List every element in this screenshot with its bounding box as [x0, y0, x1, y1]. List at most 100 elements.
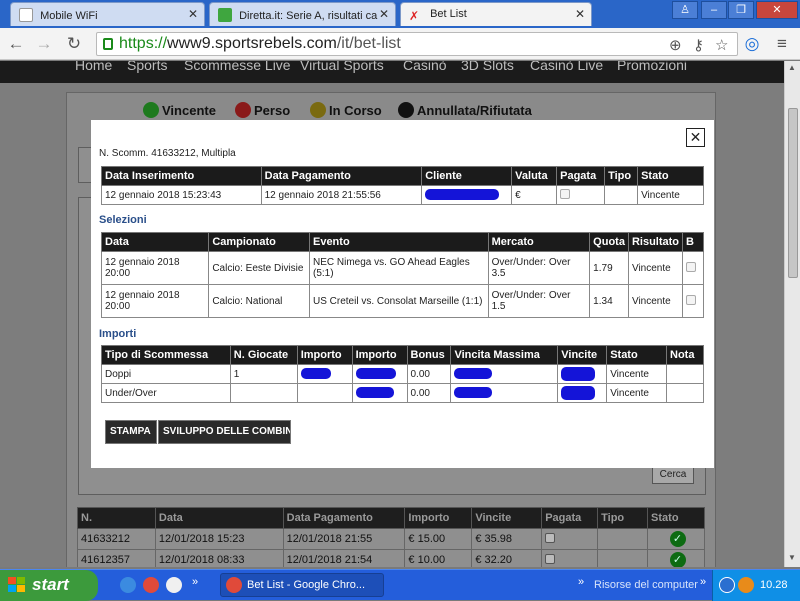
close-icon[interactable]: ✕ — [686, 128, 705, 147]
status-badge: Vincente — [637, 185, 704, 205]
max-win-cell — [450, 364, 559, 384]
forward-icon[interactable]: → — [34, 34, 54, 54]
bet-type: Under/Over — [101, 383, 231, 403]
nav-casino-live[interactable]: Casinò Live — [530, 61, 603, 73]
restore-button[interactable]: ❐ — [728, 1, 754, 19]
col-header: Stato — [606, 345, 667, 365]
scroll-down-icon[interactable]: ▼ — [788, 553, 796, 562]
search-button[interactable]: Cerca — [652, 466, 694, 484]
browser-tab-strip: Mobile WiFi ✕ Diretta.it: Serie A, risul… — [0, 0, 800, 28]
event: NEC Nimega vs. GO Ahead Eagles (5:1) — [308, 251, 489, 285]
tray-label: Risorse del computer — [594, 579, 698, 591]
nav-sports[interactable]: Sports — [127, 61, 167, 73]
close-tab-icon[interactable]: ✕ — [575, 7, 585, 21]
chrome-icon — [226, 577, 242, 593]
tab-mobile-wifi[interactable]: Mobile WiFi ✕ — [10, 2, 205, 26]
chevron-more-icon[interactable]: » — [700, 576, 706, 588]
currency: € — [511, 185, 558, 205]
zoom-icon[interactable]: ⊕ — [669, 35, 682, 57]
taskbar-chrome-window[interactable]: Bet List - Google Chro... — [220, 573, 384, 597]
legend-won: Vincente — [143, 102, 216, 118]
taskbar-window-label: Bet List - Google Chro... — [247, 579, 365, 591]
table-row[interactable]: 41633212 12/01/2018 15:23 12/01/2018 21:… — [77, 528, 705, 550]
stake: € 15.00 — [404, 528, 473, 550]
close-window-button[interactable]: ✕ — [756, 1, 798, 19]
nav-scommesse-live[interactable]: Scommesse Live — [184, 61, 291, 73]
start-button[interactable]: start — [0, 570, 98, 601]
col-header: Quota — [589, 232, 629, 252]
redacted-winnings — [561, 386, 596, 400]
col-header: Mercato — [487, 232, 591, 252]
close-tab-icon[interactable]: ✕ — [188, 7, 198, 21]
avast-icon[interactable] — [738, 577, 754, 593]
menu-icon[interactable]: ≡ — [772, 34, 792, 54]
bet-number[interactable]: 41612357 — [77, 549, 156, 567]
bet-number[interactable]: 41633212 — [77, 528, 156, 550]
league: Calcio: Eeste Divisie — [208, 251, 310, 285]
print-button[interactable]: STAMPA — [105, 420, 157, 444]
redacted-max-win — [454, 368, 493, 380]
selections-table: Data Campionato Evento Mercato Quota Ris… — [100, 232, 704, 318]
status-badge: Vincente — [606, 383, 667, 403]
key-icon[interactable]: ⚷ — [693, 35, 704, 57]
combinations-button[interactable]: SVILUPPO DELLE COMBIN — [158, 420, 291, 444]
tab-bet-list[interactable]: ✗ Bet List ✕ — [400, 2, 592, 26]
internet-explorer-icon[interactable] — [120, 577, 136, 593]
bookmark-star-icon[interactable]: ☆ — [715, 35, 728, 57]
stake-cell — [351, 364, 408, 384]
insert-date: 12 gennaio 2018 15:23:43 — [101, 185, 262, 205]
tab-title: Mobile WiFi — [40, 10, 98, 22]
bonus: 0.00 — [406, 383, 452, 403]
back-icon[interactable]: ← — [6, 34, 26, 54]
chevron-more-icon[interactable]: » — [192, 576, 198, 588]
bet-reference: N. Scomm. 41633212, Multipla — [99, 148, 236, 159]
address-bar[interactable]: https://www9.sportsrebels.com/it/bet-lis… — [96, 32, 738, 56]
chrome-icon[interactable] — [143, 577, 159, 593]
result: Vincente — [627, 284, 684, 318]
nav-virtual-sports[interactable]: Virtual Sports — [300, 61, 384, 73]
client-cell — [421, 185, 513, 205]
check-icon: ✓ — [669, 552, 686, 567]
nav-home[interactable]: Home — [75, 61, 112, 73]
nav-casino[interactable]: Casinò — [403, 61, 447, 73]
user-icon[interactable]: ♙ — [672, 1, 698, 19]
col-header: Data Pagamento — [282, 507, 406, 529]
reload-icon[interactable]: ↻ — [64, 34, 84, 54]
nav-promozioni[interactable]: Promozioni — [617, 61, 687, 73]
bet-info-table: Data Inserimento Data Pagamento Cliente … — [101, 166, 704, 205]
col-header: B — [682, 232, 704, 252]
extension-icon[interactable]: ◎ — [742, 34, 762, 54]
tab-diretta[interactable]: Diretta.it: Serie A, risultati ca ✕ — [209, 2, 396, 26]
refresh-favicon-icon — [218, 8, 232, 22]
nav-3d-slots[interactable]: 3D Slots — [461, 61, 514, 73]
lock-icon — [103, 38, 113, 50]
col-header: Nota — [666, 345, 704, 365]
chevron-more-icon[interactable]: » — [578, 576, 584, 588]
odds: 1.79 — [589, 251, 629, 285]
redacted-stake — [355, 368, 396, 380]
table-row[interactable]: 41612357 12/01/2018 08:33 12/01/2018 21:… — [77, 549, 705, 567]
winnings-cell — [557, 383, 608, 403]
bet-date: 12/01/2018 08:33 — [154, 549, 284, 567]
media-player-icon[interactable] — [166, 577, 182, 593]
redacted-stake — [300, 368, 331, 380]
section-title-selections: Selezioni — [99, 214, 147, 226]
plays-count: 1 — [229, 364, 298, 384]
winnings-cell — [557, 364, 608, 384]
paid-cell — [541, 528, 599, 550]
page-icon — [19, 8, 33, 22]
payment-date: 12/01/2018 21:55 — [282, 528, 406, 550]
filter-box — [78, 147, 92, 183]
odds: 1.34 — [589, 284, 629, 318]
table-header-row: Data Inserimento Data Pagamento Cliente … — [101, 166, 704, 186]
back-arrow-icon[interactable] — [719, 577, 735, 593]
check-icon: ✓ — [669, 531, 686, 547]
browser-toolbar: ← → ↻ https://www9.sportsrebels.com/it/b… — [0, 28, 800, 60]
scroll-up-icon[interactable]: ▲ — [788, 63, 796, 72]
close-tab-icon[interactable]: ✕ — [379, 7, 389, 21]
x-icon — [235, 102, 251, 118]
scroll-thumb[interactable] — [788, 108, 798, 278]
cancel-icon — [398, 102, 414, 118]
page-scrollbar[interactable]: ▲ ▼ — [784, 61, 800, 567]
minimize-button[interactable]: – — [701, 1, 727, 19]
